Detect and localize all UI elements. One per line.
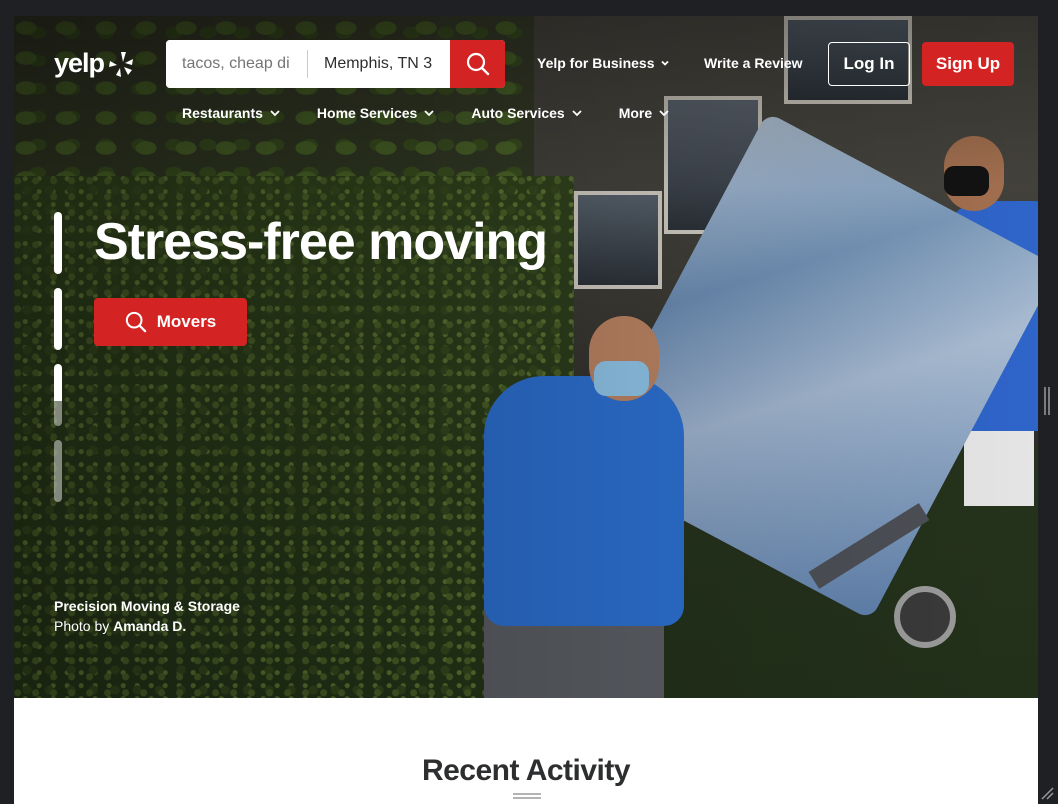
hero-carousel-indicator bbox=[54, 212, 62, 516]
category-nav: Restaurants Home Services Auto Services … bbox=[182, 105, 706, 121]
credit-business-link[interactable]: Precision Moving & Storage bbox=[54, 596, 240, 616]
nav-item-restaurants[interactable]: Restaurants bbox=[182, 105, 281, 121]
yelp-logo[interactable]: yelp bbox=[54, 48, 134, 79]
nav-item-home-services[interactable]: Home Services bbox=[317, 105, 435, 121]
chevron-down-icon bbox=[572, 110, 582, 117]
nav-item-label: Restaurants bbox=[182, 105, 263, 121]
chevron-down-icon bbox=[270, 110, 280, 117]
nav-item-more[interactable]: More bbox=[619, 105, 670, 121]
credit-photo-by-label: Photo by bbox=[54, 618, 110, 634]
yelp-burst-icon bbox=[109, 51, 134, 77]
write-review-label: Write a Review bbox=[704, 55, 803, 71]
resize-handle-icon[interactable] bbox=[1040, 786, 1054, 800]
chevron-down-icon bbox=[424, 110, 434, 117]
resize-handle-icon[interactable] bbox=[513, 792, 541, 800]
nav-item-label: Auto Services bbox=[471, 105, 565, 121]
credit-photographer-link[interactable]: Amanda D. bbox=[113, 618, 186, 634]
movers-button-label: Movers bbox=[156, 312, 217, 331]
yelp-for-business-label: Yelp for Business bbox=[537, 55, 655, 71]
logo-text: yelp bbox=[54, 48, 105, 78]
search-icon bbox=[466, 52, 489, 76]
chevron-down-icon bbox=[659, 110, 669, 117]
carousel-dot[interactable] bbox=[54, 212, 62, 274]
hero-title: Stress-free moving bbox=[94, 213, 548, 271]
yelp-for-business-menu[interactable]: Yelp for Business bbox=[537, 55, 670, 71]
search-button[interactable] bbox=[450, 40, 505, 88]
nav-item-auto-services[interactable]: Auto Services bbox=[471, 105, 582, 121]
nav-item-label: More bbox=[618, 105, 653, 121]
carousel-dot[interactable] bbox=[54, 440, 62, 502]
movers-button[interactable]: Movers bbox=[94, 298, 247, 346]
browser-viewport: yelp Yelp for Business bbox=[14, 16, 1038, 804]
carousel-dot[interactable] bbox=[54, 364, 62, 426]
recent-activity-heading: Recent Activity bbox=[421, 754, 631, 787]
signup-button[interactable]: Sign Up bbox=[922, 42, 1014, 86]
credit-photo-by: Photo by Amanda D. bbox=[54, 618, 186, 634]
search-bar bbox=[166, 40, 505, 88]
chevron-down-icon bbox=[661, 60, 670, 66]
login-button[interactable]: Log In bbox=[828, 42, 910, 86]
search-location-input[interactable] bbox=[308, 40, 450, 88]
carousel-dot[interactable] bbox=[54, 288, 62, 350]
nav-item-label: Home Services bbox=[316, 105, 418, 121]
search-icon bbox=[125, 311, 147, 333]
search-find-input[interactable] bbox=[166, 40, 307, 88]
hero-section: yelp Yelp for Business bbox=[14, 16, 1038, 698]
write-review-link[interactable]: Write a Review bbox=[704, 55, 803, 71]
photo-credit: Precision Moving & Storage Photo by Aman… bbox=[54, 596, 240, 636]
resize-handle-icon[interactable] bbox=[1043, 387, 1051, 415]
